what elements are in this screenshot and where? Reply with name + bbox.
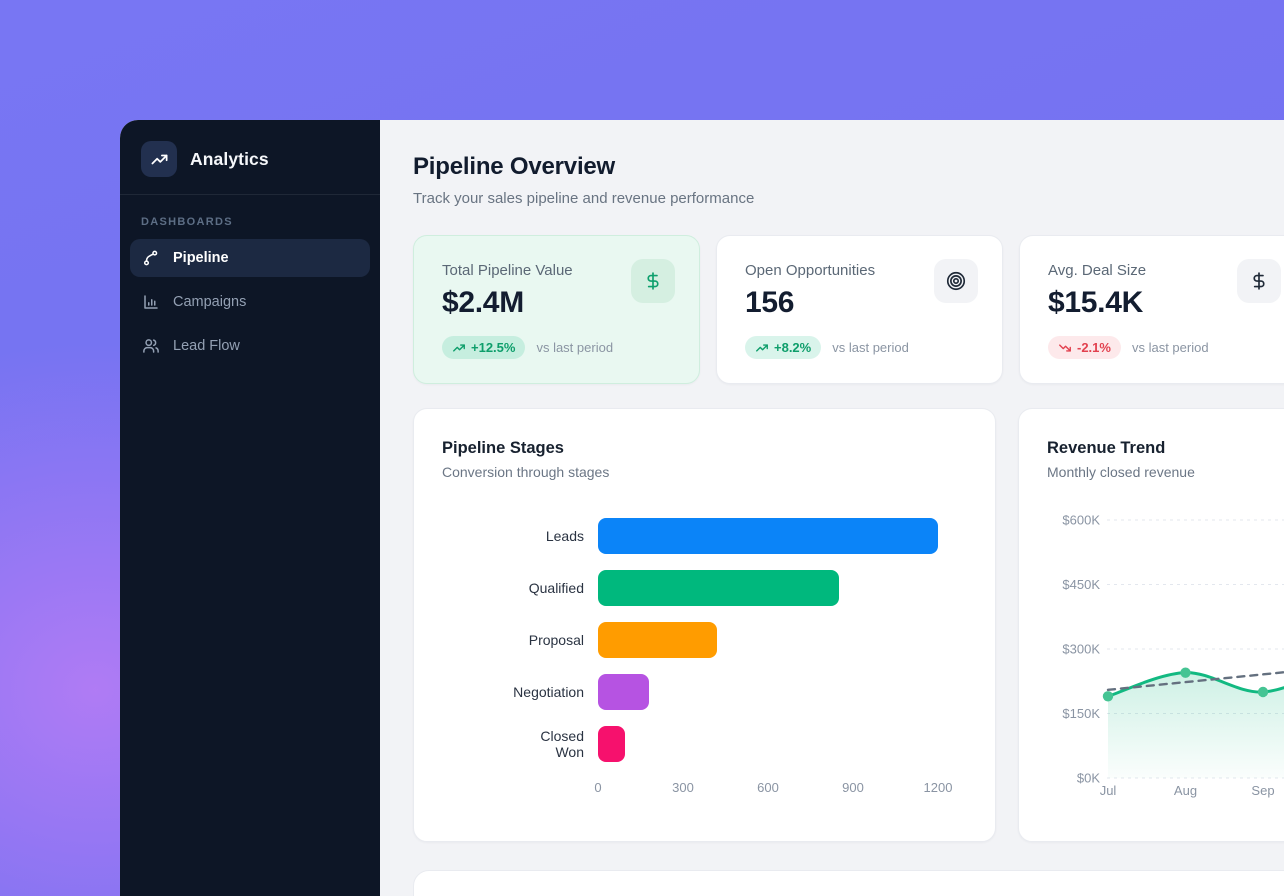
x-axis-tick: Jul xyxy=(1100,783,1117,798)
y-axis-tick: $450K xyxy=(1062,577,1100,592)
trending-up-icon xyxy=(452,341,466,355)
chart-title: Pipeline Stages xyxy=(442,439,967,458)
y-axis-tick: $600K xyxy=(1062,513,1100,528)
kpi-delta-badge: +8.2% xyxy=(745,336,821,359)
dollar-sign-icon xyxy=(631,259,675,303)
bar-segment[interactable] xyxy=(598,622,717,658)
chart-subtitle: Conversion through stages xyxy=(442,464,967,480)
kpi-card-open-opportunities: Open Opportunities 156 +8.2% vs last per… xyxy=(716,235,1003,384)
kpi-card-avg-deal-size: Avg. Deal Size $15.4K -2.1% vs last peri… xyxy=(1019,235,1284,384)
sidebar-item-label: Pipeline xyxy=(173,250,229,266)
data-point[interactable] xyxy=(1180,667,1190,677)
sidebar-item-lead-flow[interactable]: Lead Flow xyxy=(130,327,370,365)
revenue-trend-plot[interactable]: $0K $150K $300K $450K $600K Jul Aug Sep xyxy=(1019,507,1284,843)
target-icon xyxy=(934,259,978,303)
x-axis-tick: 600 xyxy=(757,780,779,795)
bar-track xyxy=(598,674,967,710)
pipeline-stages-x-axis: 03006009001200 xyxy=(598,780,967,800)
bar-segment[interactable] xyxy=(598,674,649,710)
trending-down-icon xyxy=(1058,341,1072,355)
x-axis-tick: 900 xyxy=(842,780,864,795)
brand: Analytics xyxy=(120,120,380,194)
app-window: Analytics DASHBOARDS Pipeline Campaigns … xyxy=(120,120,1284,896)
bar-track xyxy=(598,570,967,606)
bar-category-label: Leads xyxy=(442,528,598,544)
bar-track xyxy=(598,518,967,554)
bar-category-label: ClosedWon xyxy=(442,728,598,760)
x-axis-tick: 0 xyxy=(594,780,601,795)
pipeline-stages-plot[interactable]: Leads Qualified Proposal Negotiation ClosedW… xyxy=(442,510,967,770)
page-subtitle: Track your sales pipeline and revenue pe… xyxy=(413,190,1284,207)
pipeline-icon xyxy=(142,249,160,267)
bar-category-label: Negotiation xyxy=(442,684,598,700)
area-fill xyxy=(1108,664,1284,778)
sidebar-item-campaigns[interactable]: Campaigns xyxy=(130,283,370,321)
sidebar-item-pipeline[interactable]: Pipeline xyxy=(130,239,370,277)
bar-category-label: Qualified xyxy=(442,580,598,596)
sidebar-item-label: Lead Flow xyxy=(173,338,240,354)
chart-subtitle: Monthly closed revenue xyxy=(1047,464,1284,480)
app-title: Analytics xyxy=(190,149,269,170)
y-axis-tick: $150K xyxy=(1062,706,1100,721)
x-axis-tick: 300 xyxy=(672,780,694,795)
sidebar-section-label: DASHBOARDS xyxy=(141,216,380,228)
dollar-sign-icon xyxy=(1237,259,1281,303)
analytics-logo-icon xyxy=(141,141,177,177)
bar-row: ClosedWon xyxy=(442,718,967,770)
kpi-card-total-pipeline-value: Total Pipeline Value $2.4M +12.5% vs las… xyxy=(413,235,700,384)
bar-track xyxy=(598,726,967,762)
bar-row: Leads xyxy=(442,510,967,562)
chart-title: Revenue Trend xyxy=(1047,439,1284,458)
data-point[interactable] xyxy=(1103,691,1113,701)
bar-category-label: Proposal xyxy=(442,632,598,648)
trending-up-icon xyxy=(755,341,769,355)
x-axis-tick: Aug xyxy=(1174,783,1197,798)
bar-row: Negotiation xyxy=(442,666,967,718)
y-axis-tick: $0K xyxy=(1077,771,1100,786)
pipeline-stages-card: Pipeline Stages Conversion through stage… xyxy=(413,408,996,842)
bar-segment[interactable] xyxy=(598,518,938,554)
bar-row: Qualified xyxy=(442,562,967,614)
bar-row: Proposal xyxy=(442,614,967,666)
sidebar-divider xyxy=(120,194,380,195)
bar-segment[interactable] xyxy=(598,726,625,762)
kpi-row: Total Pipeline Value $2.4M +12.5% vs las… xyxy=(413,235,1284,384)
kpi-note: vs last period xyxy=(1132,340,1209,355)
x-axis-tick: 1200 xyxy=(924,780,953,795)
x-axis-tick: Sep xyxy=(1251,783,1274,798)
kpi-delta-badge: +12.5% xyxy=(442,336,525,359)
data-point[interactable] xyxy=(1258,687,1268,697)
main-content: Pipeline Overview Track your sales pipel… xyxy=(380,120,1284,896)
y-axis-tick: $300K xyxy=(1062,642,1100,657)
kpi-note: vs last period xyxy=(832,340,909,355)
sidebar: Analytics DASHBOARDS Pipeline Campaigns … xyxy=(120,120,380,896)
kpi-note: vs last period xyxy=(536,340,613,355)
bar-track xyxy=(598,622,967,658)
page-title: Pipeline Overview xyxy=(413,153,1284,181)
bar-chart-icon xyxy=(142,293,160,311)
revenue-trend-card: Revenue Trend Monthly closed revenue $0K… xyxy=(1018,408,1284,842)
charts-row: Pipeline Stages Conversion through stage… xyxy=(413,408,1284,842)
partially-visible-card xyxy=(413,870,1284,896)
kpi-delta-badge: -2.1% xyxy=(1048,336,1121,359)
bar-segment[interactable] xyxy=(598,570,839,606)
sidebar-nav: Pipeline Campaigns Lead Flow xyxy=(120,239,380,371)
sidebar-item-label: Campaigns xyxy=(173,294,246,310)
users-icon xyxy=(142,337,160,355)
